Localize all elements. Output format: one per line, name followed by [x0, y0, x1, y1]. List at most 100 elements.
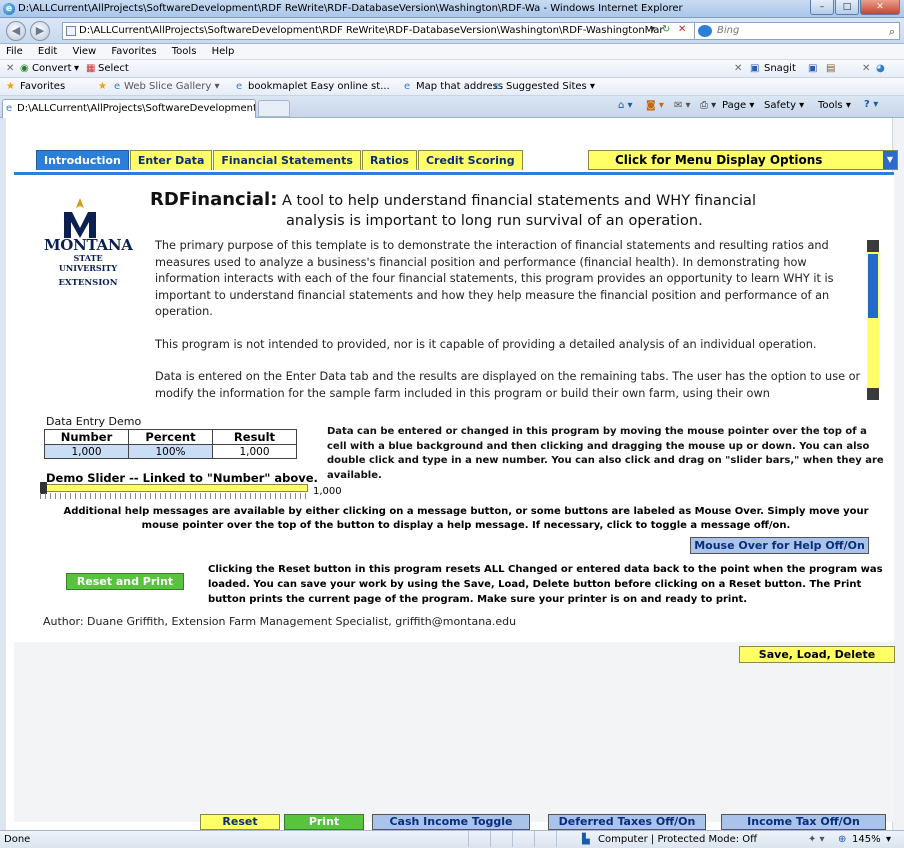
- add-favorite-icon[interactable]: ★: [98, 78, 107, 96]
- convert-button[interactable]: Convert: [32, 60, 72, 78]
- snagit-capture-icon[interactable]: ▣: [808, 60, 817, 78]
- window-titlebar: e D:\ALLCurrent\AllProjects\SoftwareDeve…: [0, 0, 904, 18]
- favorites-item[interactable]: Suggested Sites ▾: [506, 78, 595, 96]
- demo-percent-cell[interactable]: 100%: [128, 444, 213, 459]
- demo-number-cell[interactable]: 1,000: [44, 444, 129, 459]
- slider-value: 1,000: [313, 486, 342, 497]
- safety-menu[interactable]: Safety ▾: [764, 100, 804, 111]
- favorites-item[interactable]: Map that address: [416, 78, 503, 96]
- status-bar: Done ▙ Computer | Protected Mode: Off ✦ …: [0, 830, 904, 848]
- help-icon[interactable]: ? ▾: [864, 99, 878, 110]
- logo-line1: MONTANA: [44, 236, 133, 254]
- headline-line2: analysis is important to long run surviv…: [286, 213, 703, 229]
- zoom-level[interactable]: 145%: [852, 831, 881, 848]
- logo-line3: EXTENSION: [58, 278, 118, 288]
- convert-icon: ◉: [20, 63, 29, 74]
- computer-icon: ▙: [582, 834, 590, 845]
- tab-enter-data[interactable]: Enter Data: [129, 150, 213, 170]
- address-bar: ◀ ▶ D:\ALLCurrent\AllProjects\SoftwareDe…: [0, 18, 904, 44]
- back-button[interactable]: ◀: [6, 21, 26, 41]
- web-slice-icon: e: [114, 81, 121, 92]
- msu-logo: MONTANA STATE UNIVERSITY EXTENSION: [44, 236, 133, 288]
- maximize-button[interactable]: □: [835, 0, 859, 15]
- map-icon: e: [404, 81, 411, 92]
- favorites-item[interactable]: Web Slice Gallery ▾: [124, 78, 220, 96]
- snagit-edit-icon[interactable]: ▤: [826, 60, 835, 78]
- help-message: Additional help messages are available b…: [63, 506, 869, 531]
- favorites-item[interactable]: bookmaplet Easy online st...: [248, 78, 390, 96]
- page-menu[interactable]: Page ▾: [722, 100, 754, 111]
- close-toolbar-icon[interactable]: ✕: [6, 60, 14, 78]
- select-button[interactable]: Select: [98, 60, 129, 78]
- help-toggle-button[interactable]: Mouse Over for Help Off/On: [690, 537, 869, 554]
- demo-header: Result: [212, 429, 297, 445]
- snagit-button[interactable]: Snagit: [764, 60, 796, 78]
- feeds-icon[interactable]: ◙ ▾: [646, 100, 664, 111]
- protected-mode-icon[interactable]: ✦ ▾: [808, 831, 825, 848]
- close-window-button[interactable]: ✕: [860, 0, 900, 15]
- tab-ratios[interactable]: Ratios: [361, 150, 417, 170]
- chevron-down-icon[interactable]: ▼: [883, 151, 897, 169]
- scroll-up-button[interactable]: [867, 240, 879, 252]
- deferred-taxes-button[interactable]: Deferred Taxes Off/On: [548, 814, 706, 830]
- tools-menu[interactable]: Tools ▾: [818, 100, 851, 111]
- reset-button[interactable]: Reset: [200, 814, 280, 830]
- mail-icon[interactable]: ✉ ▾: [674, 100, 691, 111]
- new-tab-button[interactable]: [258, 100, 290, 117]
- convert-dropdown-icon[interactable]: ▾: [74, 60, 79, 78]
- suggested-icon: e: [494, 81, 501, 92]
- reset-and-print-button[interactable]: Reset and Print: [66, 573, 184, 590]
- app-name: RDFinancial:: [150, 189, 278, 210]
- favorites-button[interactable]: Favorites: [20, 78, 65, 96]
- menu-display-options[interactable]: Click for Menu Display Options ▼: [588, 150, 898, 170]
- save-load-delete-button[interactable]: Save, Load, Delete: [739, 646, 895, 663]
- demo-table: Number Percent Result 1,000 100% 1,000: [44, 429, 297, 459]
- scroll-thumb[interactable]: [868, 254, 878, 318]
- command-bar: ✕ ◉ Convert ▾ ▦ Select ✕ ▣ Snagit ▣ ▤ ✕ …: [0, 60, 904, 78]
- security-zone[interactable]: Computer | Protected Mode: Off: [598, 831, 757, 848]
- stop-icon[interactable]: ✕: [678, 24, 686, 35]
- reset-help-text: Clicking the Reset button in this progra…: [208, 564, 883, 605]
- intro-paragraph: Data is entered on the Enter Data tab an…: [155, 370, 861, 400]
- tab-financial-statements[interactable]: Financial Statements: [213, 150, 361, 170]
- menu-tools[interactable]: Tools: [172, 46, 197, 57]
- refresh-icon[interactable]: ↻: [662, 24, 670, 35]
- intro-scrollbar[interactable]: [867, 240, 879, 400]
- minimize-button[interactable]: –: [810, 0, 834, 15]
- home-icon[interactable]: ⌂ ▾: [618, 100, 633, 111]
- tab-ie-icon: e: [6, 103, 13, 114]
- demo-caption: Data Entry Demo: [46, 415, 142, 428]
- menu-file[interactable]: File: [6, 46, 23, 57]
- menu-edit[interactable]: Edit: [38, 46, 57, 57]
- search-icon[interactable]: ⌕: [889, 24, 895, 40]
- print-button[interactable]: Print: [284, 814, 364, 830]
- print-icon[interactable]: ⎙ ▾: [700, 100, 716, 111]
- menu-view[interactable]: View: [72, 46, 96, 57]
- income-tax-button[interactable]: Income Tax Off/On: [721, 814, 886, 830]
- tab-introduction[interactable]: Introduction: [36, 150, 129, 170]
- forward-button[interactable]: ▶: [30, 21, 50, 41]
- close-extension-icon[interactable]: ✕: [862, 60, 870, 78]
- tab-credit-scoring[interactable]: Credit Scoring: [417, 150, 523, 170]
- lower-panel: [14, 642, 894, 822]
- demo-help-text: Data can be entered or changed in this p…: [327, 426, 884, 481]
- status-cells: [468, 831, 578, 848]
- search-input[interactable]: Bing ⌕: [694, 22, 900, 40]
- intro-paragraph: The primary purpose of this template is …: [155, 239, 834, 318]
- menu-favorites[interactable]: Favorites: [111, 46, 156, 57]
- dropdown-icon[interactable]: ▾: [650, 24, 655, 35]
- favorites-bar: ★ Favorites ★ e Web Slice Gallery ▾ e bo…: [0, 78, 904, 96]
- demo-slider[interactable]: [40, 484, 308, 492]
- menu-help[interactable]: Help: [212, 46, 235, 57]
- extension-icon[interactable]: ◕: [876, 60, 885, 78]
- cash-income-toggle-button[interactable]: Cash Income Toggle Off/On: [372, 814, 530, 842]
- close-snagit-icon[interactable]: ✕: [734, 60, 742, 78]
- status-text: Done: [4, 834, 31, 845]
- select-icon: ▦: [86, 63, 96, 74]
- menu-bar: File Edit View Favorites Tools Help: [0, 44, 904, 60]
- zoom-dropdown-icon[interactable]: ▾: [886, 831, 891, 848]
- browser-tab[interactable]: e D:\ALLCurrent\AllProjects\SoftwareDeve…: [2, 99, 256, 118]
- url-field[interactable]: D:\ALLCurrent\AllProjects\SoftwareDevelo…: [62, 22, 712, 40]
- snagit-icon: ▣: [750, 63, 760, 74]
- scroll-down-button[interactable]: [867, 388, 879, 400]
